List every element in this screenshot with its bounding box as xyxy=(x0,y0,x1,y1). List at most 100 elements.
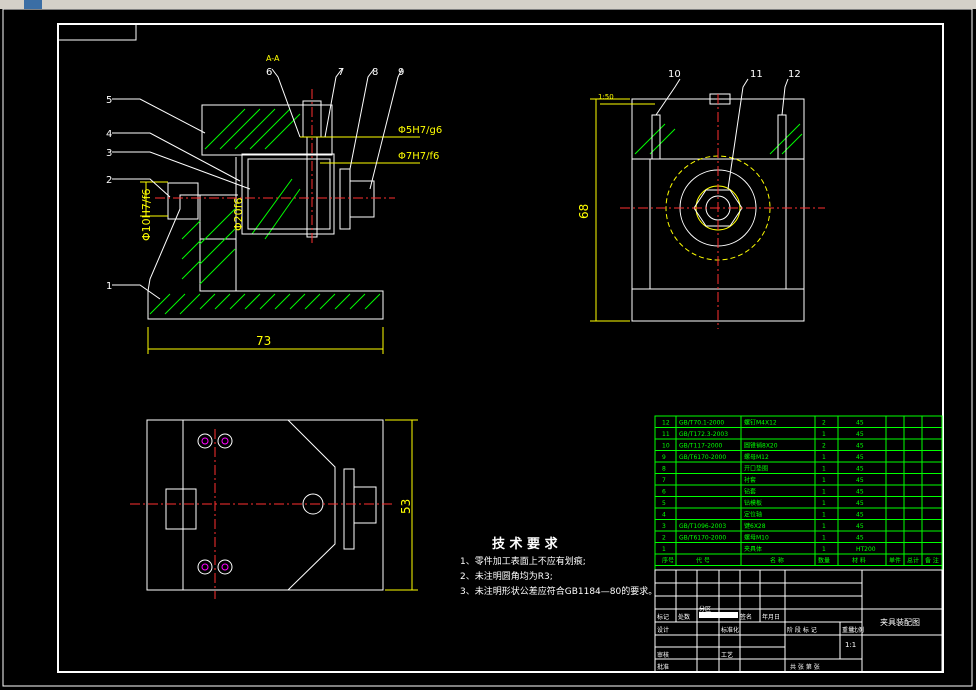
bom-header-unit-weight: 单件 xyxy=(889,557,901,565)
bom-row-name: 开口垫圈 xyxy=(744,465,768,473)
toolbar-icon[interactable] xyxy=(24,0,42,9)
bom-row-name: 衬套 xyxy=(744,476,756,484)
bom-row-name: 钻套 xyxy=(744,488,756,496)
bom-row-no: 10 xyxy=(662,443,670,450)
bom-row-code: GB/T6170-2000 xyxy=(679,535,726,542)
top-view: 53 xyxy=(130,419,418,599)
bom-row-no: 3 xyxy=(662,523,666,530)
bom-row-name: 键6X28 xyxy=(744,522,766,530)
bom-row-name: 定位轴 xyxy=(744,511,762,519)
tb-scale-label: 比例 xyxy=(852,626,864,634)
bom-row-name: 夹具体 xyxy=(744,545,762,553)
balloon-11: 11 xyxy=(750,69,763,80)
drawing-name: 夹具装配图 xyxy=(880,617,920,627)
bom-header-code: 代 号 xyxy=(696,557,710,565)
bom-row-material: 45 xyxy=(856,431,864,438)
bom-header-note: 备 注 xyxy=(925,557,939,565)
bom-row-no: 5 xyxy=(662,500,666,507)
bom-row-qty: 2 xyxy=(822,443,826,450)
bom-row-qty: 1 xyxy=(822,466,826,473)
top-nut-m10 xyxy=(165,488,197,530)
balloon-6: 6 xyxy=(266,67,272,78)
tb-count: 处数 xyxy=(678,613,690,621)
cad-drawing-canvas[interactable]: A-A 5 4 3 2 1 6 7 8 9 Φ10H7/f6 Φ20f6 Φ5H… xyxy=(0,9,976,690)
bom-row-qty: 1 xyxy=(822,477,826,484)
bom-row-material: 45 xyxy=(856,466,864,473)
bom-row-material: 45 xyxy=(856,500,864,507)
bom-row-name: 圆锥销8X20 xyxy=(744,442,778,450)
bom-row-material: HT200 xyxy=(856,546,876,553)
dim-68: 68 xyxy=(577,204,591,219)
balloon-2: 2 xyxy=(106,175,112,186)
nut-m10 xyxy=(167,182,199,220)
top-body xyxy=(146,419,384,591)
bom-row-material: 45 xyxy=(856,512,864,519)
tb-date: 年月日 xyxy=(762,613,780,621)
bom-row-material: 45 xyxy=(856,535,864,542)
tech-title: 技 术 要 求 xyxy=(492,536,559,552)
base-rib xyxy=(199,238,237,292)
bom-row-material: 45 xyxy=(856,454,864,461)
bom-row-no: 8 xyxy=(662,466,666,473)
open-washer xyxy=(339,168,351,230)
bom-row-qty: 1 xyxy=(822,523,826,530)
bom-row-material: 45 xyxy=(856,477,864,484)
bom-row-qty: 1 xyxy=(822,535,826,542)
bom-row-qty: 1 xyxy=(822,454,826,461)
dim-phi20: Φ20f6 xyxy=(232,197,245,231)
bom-row-name: 钻模板 xyxy=(744,499,762,507)
section-label: A-A xyxy=(266,54,280,63)
bom-row-code: GB/T70.1-2000 xyxy=(679,420,724,427)
bom-row-no: 7 xyxy=(662,477,666,484)
bom-row-no: 6 xyxy=(662,489,666,496)
balloon-8: 8 xyxy=(372,67,378,78)
balloon-7: 7 xyxy=(338,67,344,78)
taper-label: 1:50 xyxy=(598,93,614,101)
balloon-12: 12 xyxy=(788,69,801,80)
balloon-9: 9 xyxy=(398,67,404,78)
bom-row-code: GB/T6170-2000 xyxy=(679,454,726,461)
tech-requirements: 技 术 要 求 1、零件加工表面上不应有划痕; 2、未注明圆角均为R3; 3、未… xyxy=(460,536,657,597)
bom-row-qty: 2 xyxy=(822,420,826,427)
bom-header-material: 材 料 xyxy=(852,557,866,565)
tb-std: 标准化 xyxy=(721,626,739,634)
bom-row-no: 11 xyxy=(662,431,670,438)
taper-pin xyxy=(651,114,661,160)
bom-row-no: 1 xyxy=(662,546,666,553)
dim-phi7: Φ7H7/f6 xyxy=(398,151,439,162)
screw-m4 xyxy=(777,114,787,160)
code-box xyxy=(57,23,137,41)
bom-row-no: 9 xyxy=(662,454,666,461)
tb-check: 审核 xyxy=(657,651,669,659)
tb-scale: 1:1 xyxy=(845,641,856,649)
bom-row-qty: 1 xyxy=(822,546,826,553)
bom-row-material: 45 xyxy=(856,523,864,530)
bom-row-material: 45 xyxy=(856,443,864,450)
bom-row-material: 45 xyxy=(856,420,864,427)
bom-row-no: 12 xyxy=(662,420,670,427)
balloon-4: 4 xyxy=(106,129,112,140)
tb-zone: 分区 xyxy=(699,605,711,613)
locating-shaft xyxy=(241,153,335,235)
balloon-10: 10 xyxy=(668,69,681,80)
bom-row-qty: 1 xyxy=(822,431,826,438)
bom-header-name: 名 称 xyxy=(770,557,784,565)
tb-process: 工艺 xyxy=(721,651,733,659)
window-toolbar-strip xyxy=(0,0,976,9)
bom-row-name: 螺母M10 xyxy=(744,534,769,542)
tech-item-1: 1、零件加工表面上不应有划痕; xyxy=(460,555,586,567)
leader-lines xyxy=(112,68,403,300)
dim-phi10: Φ10H7/f6 xyxy=(140,188,153,241)
bom-row-code: GB/T117-2000 xyxy=(679,443,723,450)
tb-approve: 批准 xyxy=(657,663,669,671)
dim-73: 73 xyxy=(256,334,271,348)
balloon-5: 5 xyxy=(106,95,112,106)
section-view: A-A 5 4 3 2 1 6 7 8 9 Φ10H7/f6 Φ20f6 Φ5H… xyxy=(106,54,442,354)
bom-table: 12 GB/T70.1-2000 螺钉M4X12 2 4511 GB/T172.3-200… xyxy=(654,415,943,571)
tb-sign: 签名 xyxy=(740,613,752,621)
side-view: 10 11 12 1:50 68 xyxy=(577,69,825,329)
bom-header-qty: 数量 xyxy=(818,557,830,565)
base-body xyxy=(147,194,384,320)
bom-row-code: GB/T1096-2003 xyxy=(679,523,726,530)
bom-row-code: GB/T172.3-2003 xyxy=(679,431,728,438)
